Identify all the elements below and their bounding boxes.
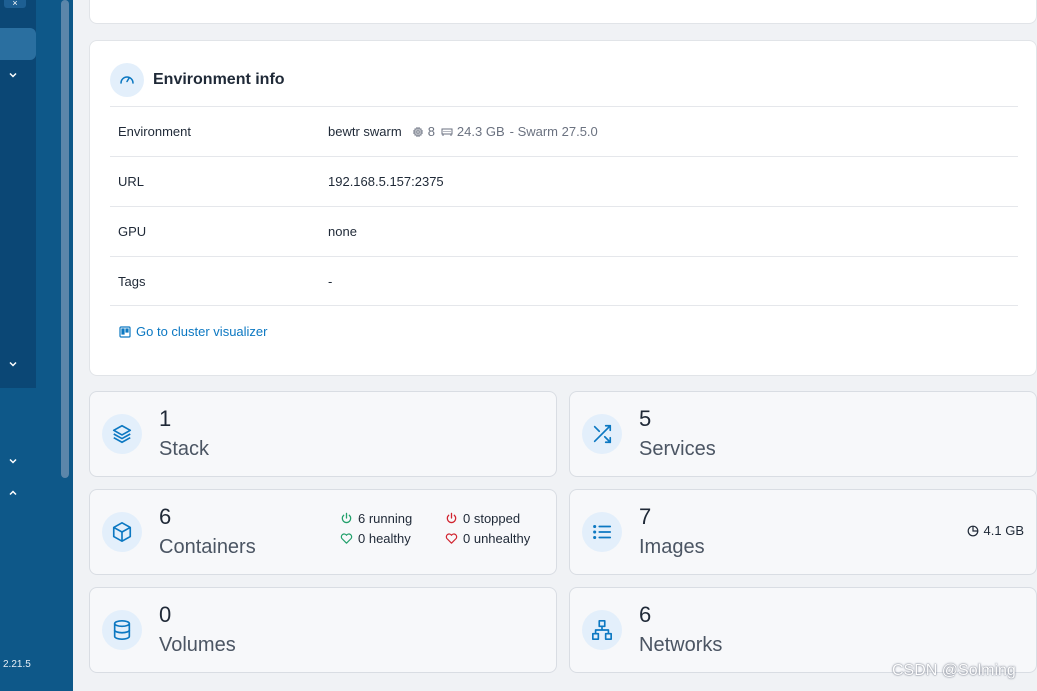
env-value: bewtr swarm 8 24.3 GB - Swarm 27.5.0 [328,124,598,139]
platform-version: - Swarm 27.5.0 [509,124,598,139]
env-label: URL [118,174,145,189]
shuffle-icon [582,414,622,454]
containers-label: Containers [159,536,256,558]
containers-tile[interactable]: 6 Containers 6 running 0 stopped 0 healt… [89,489,557,575]
list-icon [582,512,622,552]
stopped-status: 0 stopped [445,511,555,526]
images-count: 7 [639,504,652,529]
chevron-up-icon[interactable] [6,486,20,500]
containers-count: 6 [159,504,172,529]
healthy-status: 0 healthy [340,531,445,546]
images-size: 4.1 GB [967,523,1024,538]
env-row-tags: Tags - [110,256,1018,306]
networks-count: 6 [639,602,652,627]
env-label: Environment [118,124,191,139]
stack-tile[interactable]: 1 Stack [89,391,557,477]
env-label: Tags [118,273,146,289]
images-label: Images [639,536,705,558]
network-icon [582,610,622,650]
containers-status: 6 running 0 stopped 0 healthy 0 unhealth… [340,511,555,546]
cpu-icon [412,126,423,137]
sidebar-item-dashboard[interactable] [0,28,36,60]
env-row-environment: Environment bewtr swarm 8 24.3 GB - Swar… [110,106,1018,156]
memory-icon [441,128,453,136]
power-icon [341,512,352,524]
unhealthy-count: 0 unhealthy [463,531,531,546]
trello-icon [119,325,131,338]
previous-card [89,0,1037,24]
heart-icon [340,533,353,544]
environment-info-card: Environment info Environment bewtr swarm… [89,40,1037,376]
env-value: none [328,224,357,239]
env-row-url: URL 192.168.5.157:2375 [110,156,1018,206]
close-icon: × [12,0,18,8]
services-label: Services [639,438,716,460]
cluster-visualizer-label: Go to cluster visualizer [136,324,268,339]
chevron-down-icon[interactable] [6,68,20,82]
memory-size: 24.3 GB [456,124,505,139]
version-label: 2.21.5 [3,659,31,670]
unhealthy-status: 0 unhealthy [445,531,555,546]
env-label: GPU [118,224,147,239]
power-icon [446,512,457,524]
healthy-count: 0 healthy [358,531,411,546]
close-environment-button[interactable]: × [4,0,26,8]
cluster-visualizer-link[interactable]: Go to cluster visualizer [119,324,268,339]
images-tile[interactable]: 7 Images 4.1 GB [569,489,1037,575]
running-status: 6 running [340,511,445,526]
environment-name: bewtr swarm [328,124,402,139]
networks-tile[interactable]: 6 Networks [569,587,1037,673]
pie-chart-icon [967,525,978,536]
env-value: 192.168.5.157:2375 [328,174,444,189]
environment-info-header: Environment info [110,63,285,97]
chevron-down-icon[interactable] [6,357,20,371]
env-value: - [328,273,333,289]
volumes-label: Volumes [159,634,236,656]
sidebar: × 2.21.5 [0,0,73,691]
database-icon [102,610,142,650]
chevron-down-icon[interactable] [6,454,20,468]
heart-icon [445,533,458,544]
volumes-tile[interactable]: 0 Volumes [89,587,557,673]
stopped-count: 0 stopped [463,511,521,526]
watermark: CSDN @Solming [892,662,1016,679]
sidebar-scrollbar[interactable] [61,0,69,478]
running-count: 6 running [358,511,413,526]
services-tile[interactable]: 5 Services [569,391,1037,477]
environment-meta: 8 24.3 GB - Swarm 27.5.0 [412,124,598,139]
gauge-icon [110,63,144,97]
environment-info-table: Environment bewtr swarm 8 24.3 GB - Swar… [110,106,1018,306]
stack-label: Stack [159,438,210,460]
box-icon [102,512,142,552]
images-size-value: 4.1 GB [983,523,1024,538]
stack-count: 1 [159,406,172,431]
environment-info-title: Environment info [153,71,285,88]
volumes-count: 0 [159,602,172,627]
cpu-count: 8 [427,124,435,139]
services-count: 5 [639,406,652,431]
layers-icon [102,414,142,454]
networks-label: Networks [639,634,723,656]
env-row-gpu: GPU none [110,206,1018,256]
